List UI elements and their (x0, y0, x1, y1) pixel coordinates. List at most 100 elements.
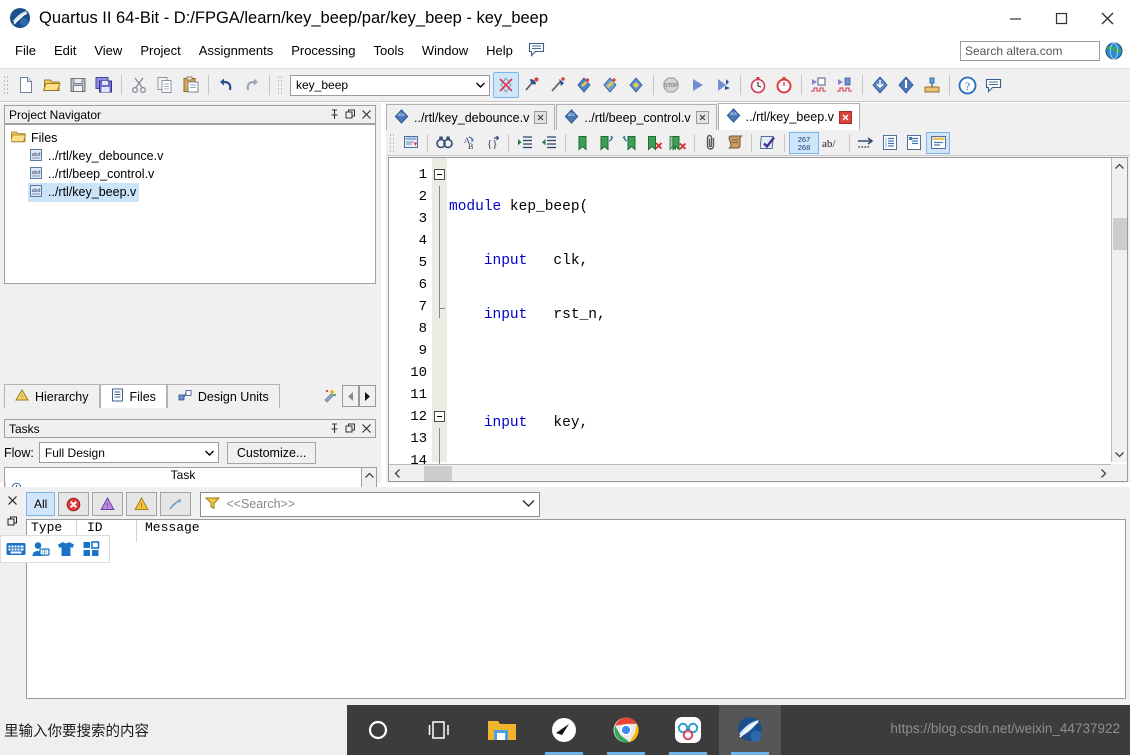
word-wrap-ab-button[interactable]: ab/ (819, 132, 845, 154)
paperclip-button[interactable] (699, 132, 723, 154)
indent-decrease-button[interactable] (537, 132, 561, 154)
editor-tab-beep-control[interactable]: abc ../rtl/beep_control.v (556, 104, 717, 130)
taskbar-file-explorer-button[interactable] (471, 705, 533, 755)
play-next-button[interactable] (710, 72, 736, 98)
editor-vertical-scrollbar[interactable] (1111, 158, 1127, 462)
play-button[interactable] (684, 72, 710, 98)
scroll-left-button[interactable] (389, 466, 406, 481)
bookmark-clear-button[interactable] (642, 132, 666, 154)
close-icon[interactable] (838, 110, 852, 124)
compile-design-button[interactable] (545, 72, 571, 98)
program-device-button[interactable] (893, 72, 919, 98)
check-syntax-button[interactable] (756, 132, 780, 154)
undo-button[interactable] (213, 72, 239, 98)
editor-tab-key-debounce[interactable]: abc ../rtl/key_debounce.v (386, 104, 556, 130)
messages-search-box[interactable]: <<Search>> (200, 491, 541, 517)
scroll-script-button[interactable] (723, 132, 747, 154)
filter-critical-warning-button[interactable]: ! (92, 492, 124, 516)
tabs-scroll-right-button[interactable] (359, 385, 376, 407)
taskbar-chrome-button[interactable] (595, 705, 657, 755)
analysis-elaboration-button[interactable] (597, 72, 623, 98)
tab-hierarchy[interactable]: ! Hierarchy (4, 384, 100, 408)
project-combo[interactable]: key_beep (290, 74, 490, 96)
code-text[interactable]: module kep_beep( input clk, input rst_n,… (449, 158, 1109, 481)
fold-line-1[interactable] (432, 164, 447, 186)
code-folding-column[interactable] (432, 158, 447, 472)
filter-info-button[interactable] (160, 492, 192, 516)
chevron-down-icon[interactable] (522, 497, 535, 511)
close-icon[interactable] (359, 422, 373, 436)
close-icon[interactable] (534, 111, 548, 124)
cut-button[interactable] (126, 72, 152, 98)
scrollbar-thumb[interactable] (1113, 218, 1127, 250)
save-file-button[interactable] (65, 72, 91, 98)
new-file-button[interactable] (13, 72, 39, 98)
toolbar-grip[interactable] (3, 75, 10, 95)
taskbar-task-view-button[interactable] (409, 705, 471, 755)
scrollbar-track[interactable] (406, 465, 1095, 481)
file-item-key-debounce[interactable]: abd ../rtl/key_debounce.v (5, 147, 375, 165)
taskbar-app4-button[interactable] (533, 705, 595, 755)
timequest-analyzer-button[interactable] (771, 72, 797, 98)
copy-button[interactable] (152, 72, 178, 98)
messages-toolbar-button[interactable] (980, 72, 1006, 98)
goto-line-button[interactable]: {} (480, 132, 504, 154)
bookmark-toggle-button[interactable] (570, 132, 594, 154)
expand-all-button[interactable] (902, 132, 926, 154)
file-item-selected-wrap[interactable]: abd ../rtl/key_beep.v (28, 182, 140, 202)
restore-icon[interactable] (343, 108, 357, 122)
grid-squares-icon[interactable] (80, 538, 102, 560)
indent-increase-button[interactable] (513, 132, 537, 154)
waveform-in-button[interactable] (806, 72, 832, 98)
menu-tools[interactable]: Tools (365, 39, 413, 62)
menu-file[interactable]: File (6, 39, 45, 62)
restore-icon[interactable] (343, 422, 357, 436)
analysis-synthesis-button[interactable] (571, 72, 597, 98)
message-balloon-icon[interactable] (528, 42, 545, 60)
bookmark-clear-all-button[interactable] (666, 132, 690, 154)
toolbar-grip[interactable] (277, 75, 284, 95)
ime-floating-toolbar[interactable]: 中 (0, 535, 110, 563)
messages-col-message[interactable]: Message (137, 520, 1125, 542)
menu-edit[interactable]: Edit (45, 39, 85, 62)
filter-all-button[interactable]: All (26, 492, 56, 516)
bookmark-next-button[interactable] (594, 132, 618, 154)
close-icon[interactable] (695, 111, 709, 124)
menu-window[interactable]: Window (413, 39, 477, 62)
file-item-key-beep[interactable]: abd ../rtl/key_beep.v (5, 182, 375, 202)
stop-button[interactable]: STOP (658, 72, 684, 98)
maximize-button[interactable] (1038, 0, 1084, 36)
replace-button[interactable]: AB (456, 132, 480, 154)
collapse-all-button[interactable] (878, 132, 902, 154)
taskbar-cortana-button[interactable] (347, 705, 409, 755)
toolbar-grip[interactable] (389, 132, 396, 153)
tree-root-files[interactable]: Files (5, 129, 375, 147)
editor-horizontal-scrollbar[interactable] (389, 464, 1112, 481)
minimize-button[interactable] (992, 0, 1038, 36)
menu-assignments[interactable]: Assignments (190, 39, 282, 62)
scrollbar-thumb[interactable] (424, 465, 452, 481)
menu-project[interactable]: Project (131, 39, 189, 62)
find-button[interactable] (432, 132, 456, 154)
scroll-right-button[interactable] (1095, 466, 1112, 481)
ip-catalog-sparkle-icon[interactable] (318, 387, 342, 406)
filter-error-button[interactable] (58, 492, 90, 516)
document-view-button[interactable] (926, 131, 950, 154)
open-file-button[interactable] (39, 72, 65, 98)
pin-icon[interactable] (327, 108, 341, 122)
taskbar-quartus-button[interactable] (719, 705, 781, 755)
scroll-up-button[interactable] (1112, 158, 1127, 174)
waveform-out-button[interactable] (832, 72, 858, 98)
insert-template-button[interactable] (399, 132, 423, 154)
close-icon[interactable] (359, 108, 373, 122)
customize-button[interactable]: Customize... (226, 441, 317, 464)
help-button[interactable]: ? (954, 72, 980, 98)
fold-collapse-icon[interactable] (434, 411, 445, 422)
redo-button[interactable] (239, 72, 265, 98)
taskbar-app6-button[interactable] (657, 705, 719, 755)
chevron-down-icon[interactable] (201, 450, 218, 456)
messages-table[interactable]: Type ID Message (26, 519, 1126, 699)
tabs-scroll-left-button[interactable] (342, 385, 359, 407)
programmer-button[interactable] (867, 72, 893, 98)
bookmark-prev-button[interactable] (618, 132, 642, 154)
